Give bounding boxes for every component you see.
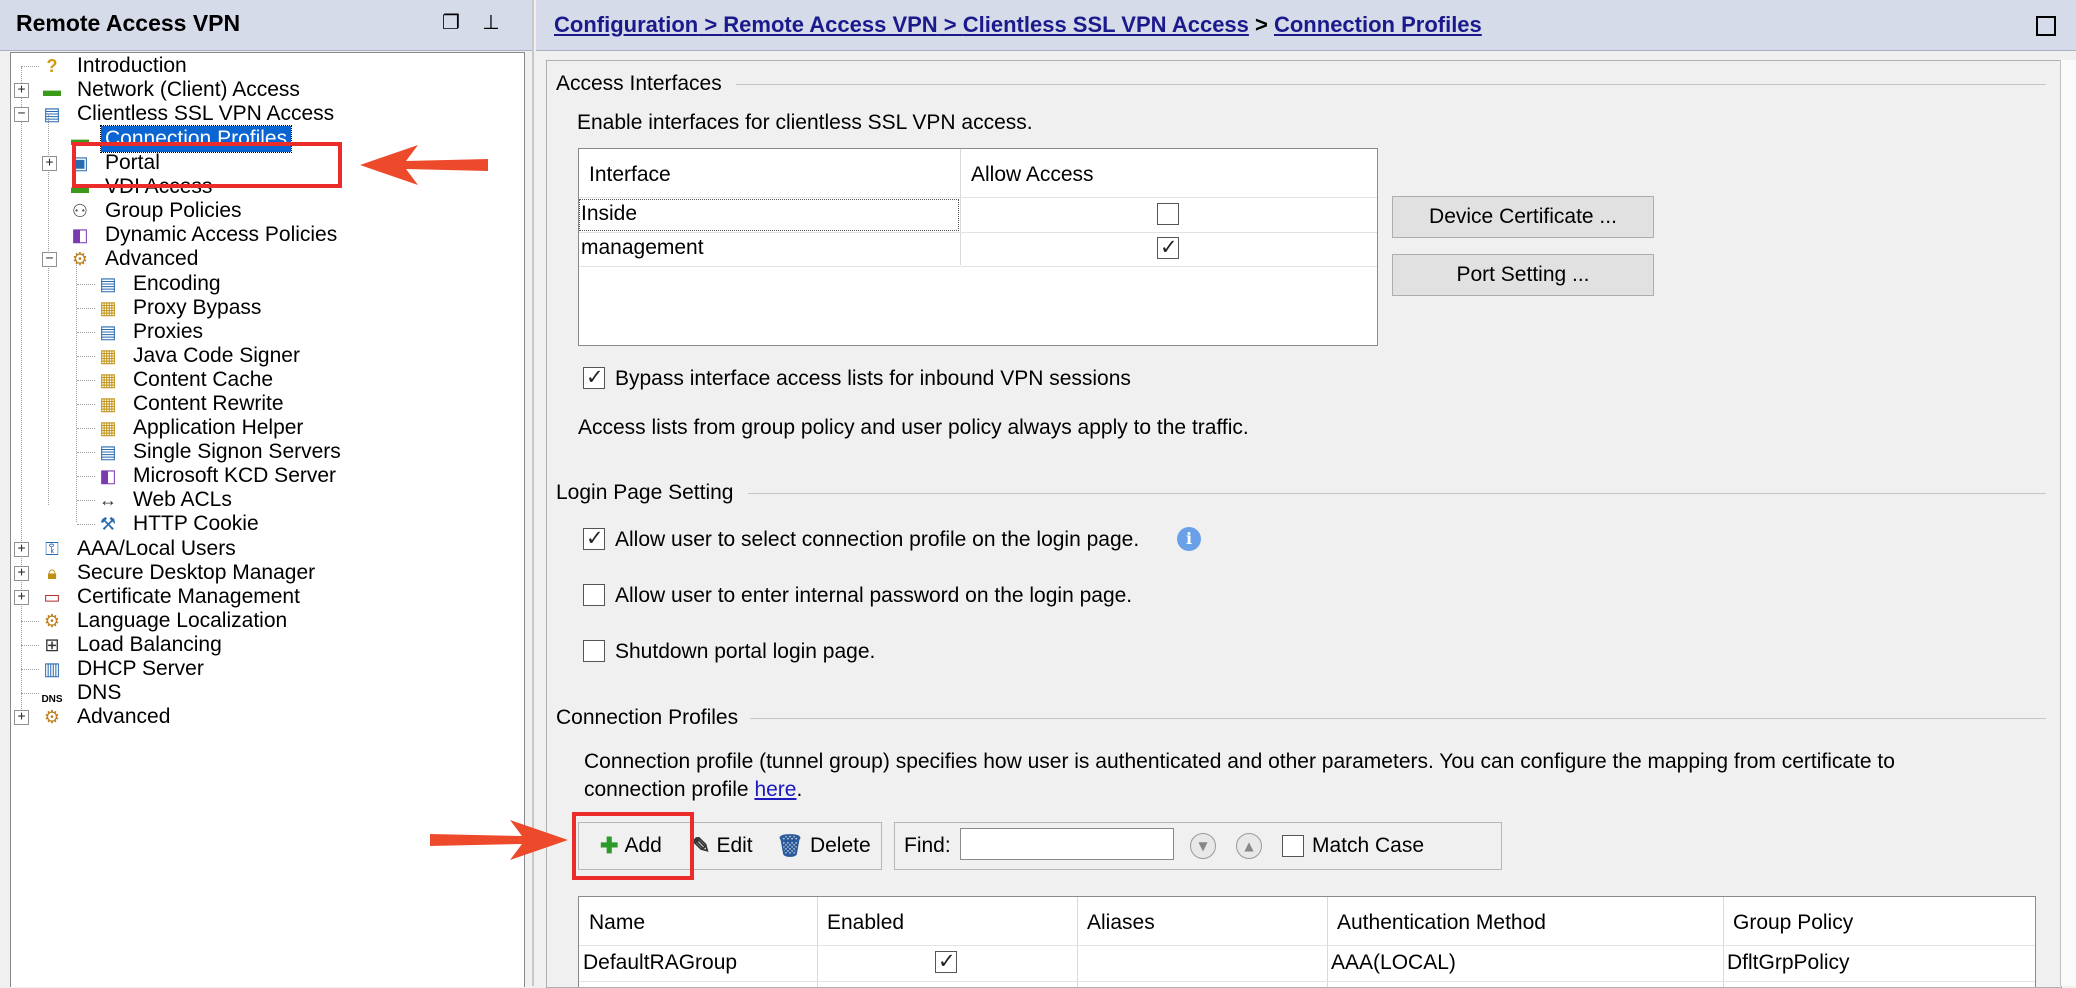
match-case-label: Match Case [1312,834,1425,857]
find-previous-icon[interactable]: ▲ [1236,833,1262,859]
column-header-enabled[interactable]: Enabled [827,911,904,935]
interfaces-table: Interface Allow Access Inside management [578,148,1378,346]
profile-name[interactable]: DefaultRAGroup [583,951,737,975]
column-header-allow-access[interactable]: Allow Access [971,163,1094,187]
breadcrumb-remote-access-vpn[interactable]: Remote Access VPN [723,12,937,37]
annotation-arrow-left [360,145,488,185]
left-panel-title: Remote Access VPN [16,10,241,36]
pin-icon[interactable]: ⊥ [480,12,502,34]
collapse-icon[interactable]: − [42,252,57,267]
breadcrumb-separator: > [1248,12,1274,37]
section-title-access-interfaces: Access Interfaces [556,72,722,95]
ssl-vpn-icon: ▤ [43,103,61,124]
shutdown-login-page-checkbox[interactable] [583,640,605,662]
expand-icon[interactable]: + [42,156,57,171]
bypass-acl-checkbox[interactable] [583,365,605,389]
find-input[interactable] [960,828,1174,860]
breadcrumb-clientless-ssl-vpn[interactable]: Clientless SSL VPN Access [963,12,1249,37]
breadcrumb-configuration[interactable]: Configuration [554,12,698,37]
info-icon[interactable]: i [1177,527,1201,551]
find-next-icon[interactable]: ▼ [1190,833,1216,859]
profile-auth-method: AAA(LOCAL) [1331,951,1456,974]
access-lists-note: Access lists from group policy and user … [578,416,1249,439]
interface-name-management[interactable]: management [581,236,704,260]
device-certificate-button[interactable]: Device Certificate ... [1392,196,1654,238]
edit-icon: ✎ [692,833,711,858]
column-header-interface[interactable]: Interface [589,163,671,187]
breadcrumb: Configuration > Remote Access VPN > Clie… [554,12,1482,38]
column-header-group-policy[interactable]: Group Policy [1733,911,1853,935]
allow-access-checkbox-management[interactable] [1157,235,1179,259]
column-header-aliases[interactable]: Aliases [1087,911,1155,935]
breadcrumb-connection-profiles[interactable]: Connection Profiles [1274,12,1482,37]
vertical-scrollbar[interactable] [2060,60,2076,986]
profile-enabled-checkbox[interactable] [935,949,957,973]
certificate-mapping-link[interactable]: here [754,778,796,801]
connection-profiles-description-2: connection profile here. [584,778,803,801]
column-header-name[interactable]: Name [589,911,645,935]
restore-window-icon[interactable]: ❐ [440,12,462,34]
connection-profiles-description: Connection profile (tunnel group) specif… [584,750,1895,773]
allow-access-checkbox-inside[interactable] [1157,203,1179,225]
column-header-authentication-method[interactable]: Authentication Method [1337,911,1546,935]
tree-item-advanced-root[interactable]: + ⚙ Advanced [14,702,174,732]
expand-icon[interactable]: + [14,83,29,98]
trash-icon: 🗑︎ [776,833,804,858]
expand-icon[interactable]: + [14,590,29,605]
access-interfaces-description: Enable interfaces for clientless SSL VPN… [577,111,1033,134]
expand-icon[interactable]: + [14,542,29,557]
shutdown-login-page-label: Shutdown portal login page. [615,640,876,663]
select-connection-profile-checkbox[interactable] [583,526,605,550]
port-setting-button[interactable]: Port Setting ... [1392,254,1654,296]
match-case-checkbox[interactable] [1282,835,1304,857]
section-divider [736,84,2046,85]
internal-password-label: Allow user to enter internal password on… [615,584,1133,607]
breadcrumb-separator: > [937,12,963,37]
cookie-icon: ⚒ [99,513,117,534]
breadcrumb-separator: > [698,12,724,37]
section-title-login-page-setting: Login Page Setting [556,481,734,504]
section-divider [750,718,2046,719]
collapse-icon[interactable]: − [14,107,29,122]
advanced-icon: ⚙ [43,706,61,727]
maximize-icon[interactable] [2036,16,2056,36]
select-connection-profile-label: Allow user to select connection profile … [615,528,1140,551]
highlight-box-add-button [572,812,694,880]
edit-button[interactable]: ✎ Edit [692,826,753,866]
section-title-connection-profiles: Connection Profiles [556,706,739,729]
expand-icon[interactable]: + [14,566,29,581]
find-label: Find: [904,834,951,857]
annotation-arrow-right [430,820,568,860]
interface-name-inside[interactable]: Inside [581,202,637,226]
delete-button[interactable]: 🗑︎ Delete [776,826,871,866]
bypass-acl-label: Bypass interface access lists for inboun… [615,367,1131,390]
internal-password-checkbox[interactable] [583,584,605,606]
advanced-icon: ⚙ [71,248,89,269]
connection-profiles-table: Name Enabled Aliases Authentication Meth… [578,896,2036,987]
section-divider [748,493,2046,494]
highlight-box-connection-profiles [72,142,342,188]
expand-icon[interactable]: + [14,710,29,725]
profile-group-policy: DfltGrpPolicy [1727,951,1850,974]
